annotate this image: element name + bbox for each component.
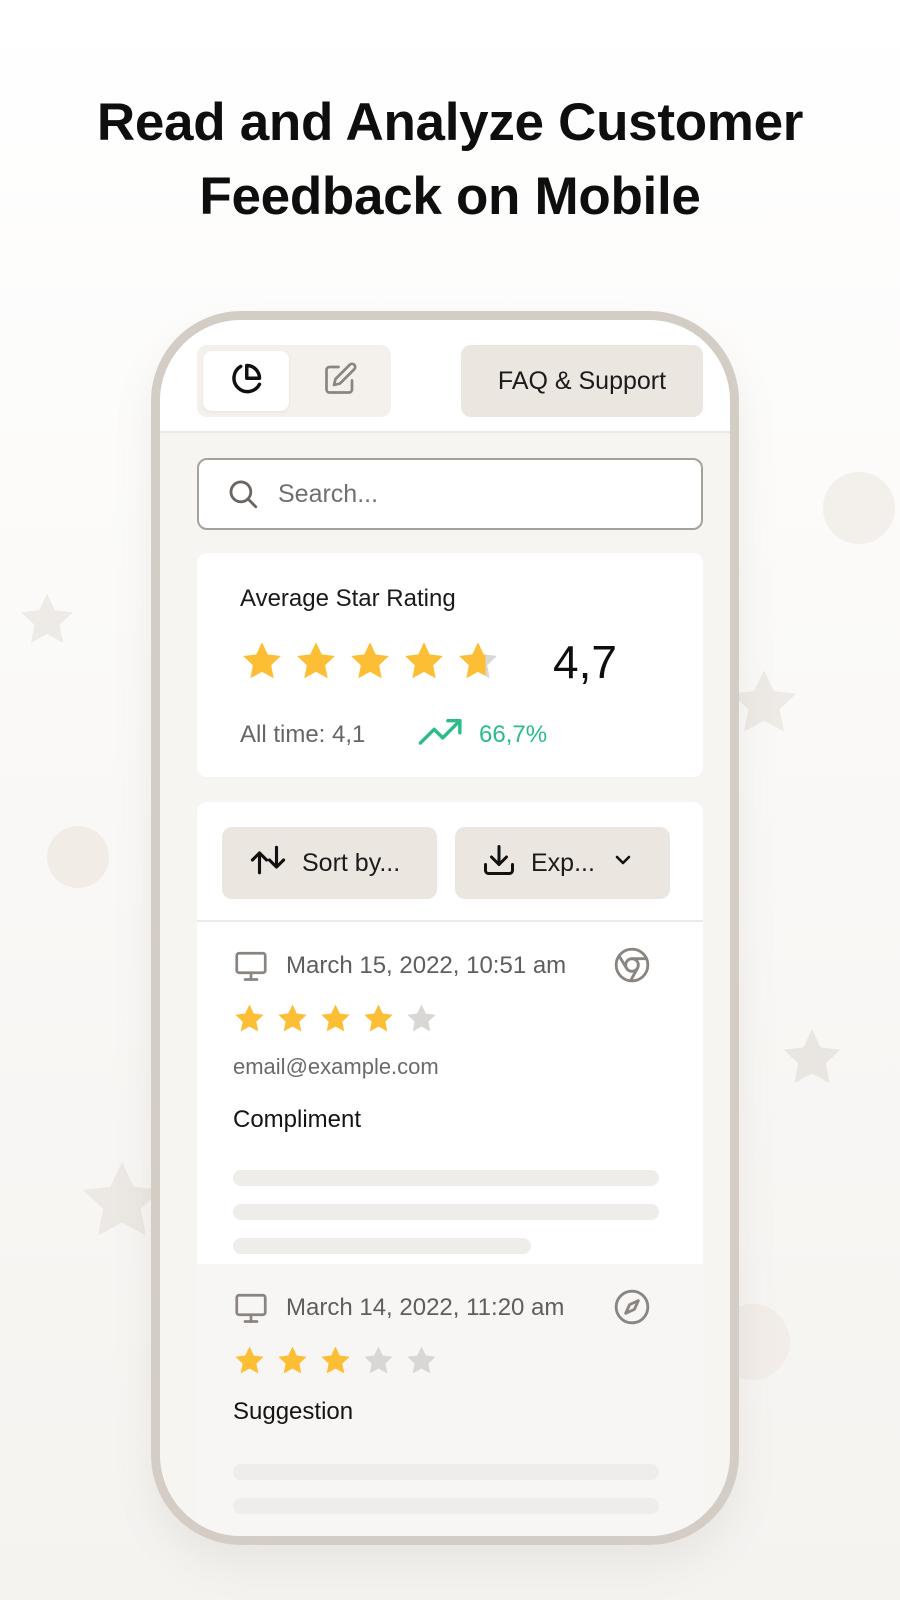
sort-label: Sort by... xyxy=(302,848,401,877)
review-category: Compliment xyxy=(233,1106,362,1133)
sort-button[interactable]: Sort by... xyxy=(222,827,437,899)
review-email: email@example.com xyxy=(233,1054,439,1079)
safari-icon xyxy=(613,1288,651,1331)
monitor-icon xyxy=(233,1290,269,1331)
star-filled-icon xyxy=(319,1002,352,1040)
search-input[interactable] xyxy=(276,478,680,510)
star-filled-icon xyxy=(319,1344,352,1382)
tab-feedback-editor[interactable] xyxy=(297,351,383,411)
feedback-list: Sort by... Exp... March 15, 2022, 10:51 … xyxy=(197,802,703,1536)
decorative-circle xyxy=(47,826,109,888)
review-star-rating xyxy=(233,1002,438,1040)
pie-chart-icon xyxy=(228,361,264,402)
review-star-rating xyxy=(233,1344,438,1382)
headline: Read and Analyze Customer Feedback on Mo… xyxy=(0,86,900,234)
star-half-icon xyxy=(456,639,500,688)
star-filled-icon xyxy=(276,1344,309,1382)
average-rating-value: 4,7 xyxy=(553,636,617,688)
tab-analytics[interactable] xyxy=(203,351,289,411)
star-filled-icon xyxy=(402,639,446,688)
star-filled-icon xyxy=(240,639,284,688)
star-filled-icon xyxy=(348,639,392,688)
star-empty-icon xyxy=(362,1344,395,1382)
text-placeholder-line xyxy=(233,1498,659,1514)
star-filled-icon xyxy=(276,1002,309,1040)
star-empty-icon xyxy=(405,1002,438,1040)
star-filled-icon xyxy=(233,1002,266,1040)
star-filled-icon xyxy=(294,639,338,688)
star-filled-icon xyxy=(233,1344,266,1382)
headline-line-1: Read and Analyze Customer xyxy=(96,93,804,152)
trend-percentage: 66,7% xyxy=(479,721,548,748)
sort-arrows-icon xyxy=(248,843,288,884)
list-toolbar: Sort by... Exp... xyxy=(197,802,703,922)
decorative-star-icon xyxy=(776,1022,848,1092)
trending-up-icon xyxy=(417,713,465,754)
review-item[interactable]: March 15, 2022, 10:51 am email@example.c… xyxy=(197,922,703,1264)
text-placeholder-line xyxy=(233,1170,659,1186)
review-date: March 15, 2022, 10:51 am xyxy=(286,952,567,979)
review-item[interactable]: March 14, 2022, 11:20 am Suggestion xyxy=(197,1264,703,1536)
average-rating-card: Average Star Rating 4,7 All time: 4,1 66… xyxy=(197,553,703,777)
all-time-rating: All time: 4,1 xyxy=(240,721,366,748)
review-category: Suggestion xyxy=(233,1398,354,1425)
chrome-icon xyxy=(613,946,651,989)
chevron-down-icon xyxy=(611,848,635,879)
search-bar[interactable] xyxy=(197,458,703,530)
view-switcher xyxy=(197,345,391,417)
headline-line-2: Feedback on Mobile xyxy=(199,167,701,226)
phone-mockup: FAQ & Support Average Star Rating 4,7 Al… xyxy=(151,311,739,1545)
decorative-circle xyxy=(823,472,895,544)
text-placeholder-line xyxy=(233,1204,659,1220)
decorative-star-icon xyxy=(14,587,80,651)
star-empty-icon xyxy=(405,1344,438,1382)
star-filled-icon xyxy=(362,1002,395,1040)
review-date: March 14, 2022, 11:20 am xyxy=(286,1294,565,1321)
export-label: Exp... xyxy=(531,848,595,877)
monitor-icon xyxy=(233,948,269,989)
edit-icon xyxy=(322,361,358,402)
search-icon xyxy=(226,477,260,511)
text-placeholder-line xyxy=(233,1238,531,1254)
download-icon xyxy=(481,842,517,885)
top-bar: FAQ & Support xyxy=(160,320,730,433)
text-placeholder-line xyxy=(233,1464,659,1480)
export-dropdown[interactable]: Exp... xyxy=(455,827,670,899)
card-title: Average Star Rating xyxy=(240,585,456,612)
average-star-rating xyxy=(240,639,500,688)
faq-support-button[interactable]: FAQ & Support xyxy=(461,345,703,417)
